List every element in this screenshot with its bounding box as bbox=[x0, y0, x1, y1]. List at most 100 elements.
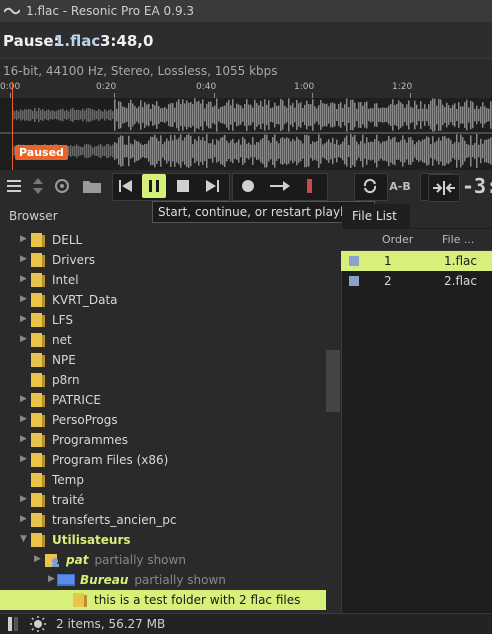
browser-tree-item[interactable]: ▶ net bbox=[0, 330, 326, 350]
waveform-sample bbox=[242, 136, 244, 166]
column-header-order[interactable]: Order bbox=[382, 233, 413, 246]
waveform-sample bbox=[216, 139, 218, 163]
browser-item-label: PATRICE bbox=[52, 393, 101, 407]
waveform-sample bbox=[64, 111, 66, 119]
browser-tree-item[interactable]: ▶ pat partially shown bbox=[0, 550, 326, 570]
waveform-sample bbox=[428, 137, 430, 165]
waveform-sample bbox=[90, 145, 92, 157]
browser-item-label: NPE bbox=[52, 353, 76, 367]
pause-button[interactable] bbox=[142, 174, 166, 198]
browser-tree-item[interactable]: ▶ PATRICE bbox=[0, 390, 326, 410]
waveform-sample bbox=[350, 134, 352, 168]
expand-arrow-icon[interactable]: ▶ bbox=[20, 494, 30, 504]
waveform-sample bbox=[182, 140, 184, 162]
expand-arrow-icon[interactable]: ▶ bbox=[20, 514, 30, 524]
waveform-sample bbox=[332, 102, 334, 128]
waveform-view[interactable] bbox=[0, 98, 492, 170]
waveform-sample bbox=[144, 102, 146, 128]
expand-arrow-icon[interactable]: ▶ bbox=[20, 414, 30, 424]
waveform-sample bbox=[456, 134, 458, 168]
expand-arrow-icon[interactable]: ▶ bbox=[20, 454, 30, 464]
split-icon[interactable] bbox=[429, 175, 459, 201]
expand-arrow-icon[interactable]: ▶ bbox=[20, 254, 30, 264]
waveform-sample bbox=[360, 102, 362, 128]
waveform-sample bbox=[254, 144, 256, 158]
expand-arrow-icon[interactable]: ▶ bbox=[34, 554, 44, 564]
expand-arrow-icon[interactable]: ▶ bbox=[20, 394, 30, 404]
browser-tree-item[interactable]: ▶ Bureau partially shown bbox=[0, 570, 326, 590]
waveform-sample bbox=[304, 134, 306, 168]
waveform-sample bbox=[222, 106, 224, 124]
timeline-ruler[interactable]: 0:00 0:20 0:40 1:00 1:20 bbox=[0, 82, 492, 98]
file-list-row[interactable]: 1 1.flac bbox=[341, 251, 492, 271]
browser-tree-item[interactable]: p8rn bbox=[0, 370, 326, 390]
ab-repeat-button[interactable]: A-B bbox=[386, 174, 414, 198]
file-list-row[interactable]: 2 2.flac bbox=[341, 271, 492, 291]
tab-browser[interactable]: Browser bbox=[0, 204, 58, 228]
waveform-sample bbox=[72, 107, 74, 123]
timeline-tick-label: 0:20 bbox=[96, 82, 117, 92]
waveform-sample bbox=[276, 105, 278, 125]
browser-item-text: Bureau bbox=[80, 573, 129, 587]
expand-arrow-icon[interactable]: ▶ bbox=[20, 294, 30, 304]
waveform-sample bbox=[454, 103, 456, 127]
waveform-sample bbox=[302, 143, 304, 159]
browser-tree-item[interactable]: ▶ Intel bbox=[0, 270, 326, 290]
target-icon[interactable] bbox=[50, 174, 74, 198]
browser-tree-item[interactable]: ▶ LFS bbox=[0, 310, 326, 330]
browser-tree-item[interactable]: NPE bbox=[0, 350, 326, 370]
waveform-sample bbox=[258, 105, 260, 125]
browser-tree-item[interactable]: this is a test folder with 2 flac files bbox=[0, 590, 326, 610]
marker-icon[interactable] bbox=[298, 174, 322, 198]
panel-toggle-icon[interactable] bbox=[8, 617, 18, 631]
waveform-sample bbox=[224, 105, 226, 125]
waveform-sample bbox=[454, 142, 456, 160]
waveform-sample bbox=[268, 100, 270, 130]
browser-item-text: Utilisateurs bbox=[52, 533, 131, 547]
browser-tree-item[interactable]: ▼ Utilisateurs bbox=[0, 530, 326, 550]
playhead-cursor[interactable] bbox=[12, 82, 13, 170]
folder-icon bbox=[73, 593, 87, 607]
tab-file-list[interactable]: File List bbox=[342, 204, 410, 228]
expand-arrow-icon[interactable]: ▶ bbox=[20, 274, 30, 284]
browser-scrollbar[interactable] bbox=[326, 228, 340, 613]
expand-arrow-icon[interactable]: ▶ bbox=[20, 434, 30, 444]
browser-tree-item[interactable]: Temp bbox=[0, 470, 326, 490]
folder-icon[interactable] bbox=[80, 174, 104, 198]
playback-status: Pause: 1.flac 3:48,0 bbox=[0, 22, 492, 58]
waveform-sample bbox=[416, 104, 418, 126]
sort-arrows-icon[interactable] bbox=[26, 174, 50, 198]
record-icon[interactable] bbox=[236, 174, 260, 198]
waveform-sample bbox=[80, 146, 82, 156]
stop-icon[interactable] bbox=[171, 174, 195, 198]
scrollbar-thumb[interactable] bbox=[326, 350, 340, 412]
arrow-right-icon[interactable] bbox=[268, 174, 292, 198]
column-header-file[interactable]: File ... bbox=[442, 233, 474, 246]
waveform-sample bbox=[68, 146, 70, 156]
browser-tree-item[interactable]: ▶ transferts_ancien_pc bbox=[0, 510, 326, 530]
browser-tree-item[interactable]: ▶ PersoProgs bbox=[0, 410, 326, 430]
browser-tree-item[interactable]: ▶ Drivers bbox=[0, 250, 326, 270]
window-title: 1.flac - Resonic Pro EA 0.9.3 bbox=[26, 4, 195, 18]
menu-icon[interactable] bbox=[2, 174, 26, 198]
collapse-arrow-icon[interactable]: ▼ bbox=[20, 534, 30, 544]
next-track-icon[interactable] bbox=[200, 174, 224, 198]
previous-track-icon[interactable] bbox=[114, 174, 138, 198]
brightness-icon[interactable] bbox=[30, 616, 46, 632]
expand-arrow-icon[interactable]: ▶ bbox=[20, 314, 30, 324]
timeline-tick-label: 0:40 bbox=[196, 82, 217, 92]
browser-tree-item[interactable]: ▶ Program Files (x86) bbox=[0, 450, 326, 470]
browser-tree-item[interactable]: ▶ DELL bbox=[0, 230, 326, 250]
expand-arrow-icon[interactable]: ▶ bbox=[20, 234, 30, 244]
expand-arrow-icon[interactable]: ▶ bbox=[20, 334, 30, 344]
browser-tree-item[interactable]: ▶ KVRT_Data bbox=[0, 290, 326, 310]
waveform-sample bbox=[162, 108, 164, 122]
waveform-sample bbox=[134, 139, 136, 163]
waveform-sample bbox=[90, 108, 92, 122]
loop-icon[interactable] bbox=[358, 174, 382, 198]
current-position: 3:48,0 bbox=[100, 32, 154, 50]
browser-tree-item[interactable]: ▶ Programmes bbox=[0, 430, 326, 450]
browser-tree-item[interactable]: ▶ traité bbox=[0, 490, 326, 510]
folder-icon bbox=[31, 233, 45, 247]
waveform-sample bbox=[472, 101, 474, 129]
